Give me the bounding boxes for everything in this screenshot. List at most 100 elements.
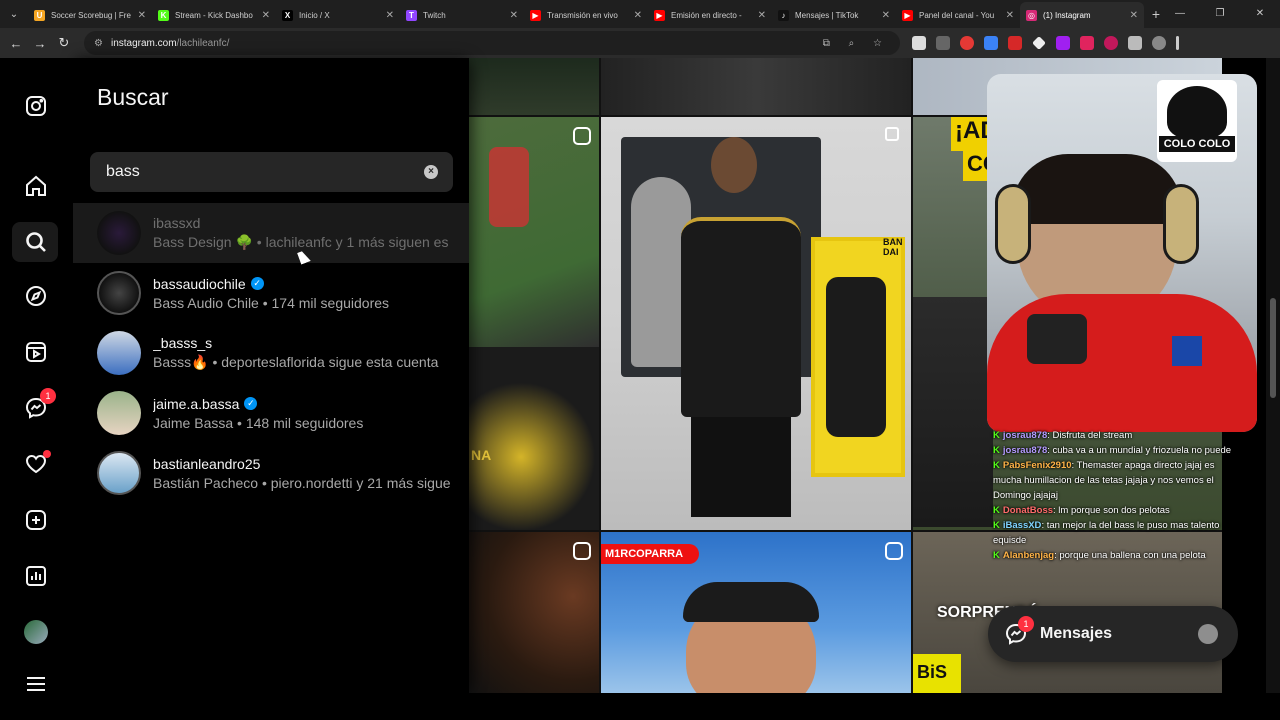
notifications-heart-icon[interactable]	[22, 450, 51, 478]
avatar	[97, 211, 141, 255]
messages-bar[interactable]: 1 Mensajes	[988, 606, 1238, 662]
chat-text: : cuba va a un mundial y friozuela no pu…	[1047, 445, 1232, 456]
site-info-icon[interactable]: ⚙	[94, 38, 103, 49]
minimize-icon[interactable]: —	[1160, 0, 1200, 28]
reload-icon[interactable]: ↻	[52, 35, 76, 51]
close-tab-icon[interactable]: ✕	[1130, 10, 1138, 21]
result-username-row: _basss_s	[153, 335, 453, 351]
close-icon[interactable]: ✕	[1240, 0, 1280, 28]
profile-icon[interactable]	[1152, 36, 1166, 50]
page-scrollbar[interactable]	[1266, 58, 1280, 693]
download-extension-icon[interactable]	[1056, 36, 1070, 50]
close-tab-icon[interactable]: ✕	[882, 10, 890, 21]
browser-tab[interactable]: ▶ Emisión en directo - ✕	[648, 2, 772, 28]
url-field[interactable]: ⚙ instagram.com/lachileanfc/ ⧉ ⌕ ☆	[84, 31, 900, 55]
result-username: _basss_s	[153, 335, 213, 351]
kick-badge-icon: K	[993, 460, 1000, 471]
blue-extension-icon[interactable]	[984, 36, 998, 50]
puzzle-extension-icon[interactable]	[1128, 36, 1142, 50]
browser-tab[interactable]: ▶ Panel del canal - You ✕	[896, 2, 1020, 28]
pink-extension-icon[interactable]	[1104, 36, 1118, 50]
profile-avatar[interactable]	[22, 618, 50, 646]
avatar	[97, 451, 141, 495]
close-tab-icon[interactable]: ✕	[262, 10, 270, 21]
explore-icon[interactable]	[22, 282, 50, 310]
tab-title: (1) Instagram	[1043, 10, 1091, 20]
close-tab-icon[interactable]: ✕	[758, 10, 766, 21]
search-result-item[interactable]: _basss_s Basss🔥 • deporteslaflorida sigue…	[73, 323, 469, 383]
browser-tab[interactable]: ◎ (1) Instagram ✕	[1020, 2, 1144, 28]
result-text: _basss_s Basss🔥 • deporteslaflorida sigue…	[153, 335, 453, 371]
chat-username: PabsFenix2910	[1002, 460, 1072, 471]
kick-badge-icon: K	[993, 445, 1000, 456]
post-tile[interactable]	[601, 58, 911, 115]
chat-username: josrau878	[1002, 430, 1048, 441]
post-tile[interactable]: NA	[469, 117, 599, 530]
avatar	[97, 271, 141, 315]
search-result-item[interactable]: bastianleandro25 Bastián Pacheco • piero.…	[73, 443, 469, 503]
search-panel: Buscar bass × ibassxd Bass Design 🌳 • lac…	[72, 58, 469, 693]
result-text: ibassxd Bass Design 🌳 • lachileanfc y 1 m…	[153, 215, 453, 251]
chat-username: DonatBoss	[1002, 505, 1054, 516]
result-text: bastianleandro25 Bastián Pacheco • piero.…	[153, 456, 453, 491]
home-icon[interactable]	[22, 172, 50, 200]
close-tab-icon[interactable]: ✕	[510, 10, 518, 21]
tile-label: NA	[471, 447, 492, 463]
chat-username: Alanbenjag	[1002, 550, 1055, 561]
result-text: jaime.a.bassa ✓ Jaime Bassa • 148 mil segu…	[153, 396, 453, 431]
close-tab-icon[interactable]: ✕	[386, 10, 394, 21]
verified-badge-icon: ✓	[250, 277, 264, 290]
dashboard-icon[interactable]	[22, 562, 50, 590]
create-icon[interactable]	[22, 506, 50, 534]
close-tab-icon[interactable]: ✕	[1006, 10, 1014, 21]
messenger-icon[interactable]: 1	[22, 388, 56, 422]
forward-icon[interactable]: →	[28, 36, 52, 51]
post-tile[interactable]: BAN DAI	[601, 117, 911, 530]
result-username: ibassxd	[153, 215, 201, 231]
restore-icon[interactable]: ❐	[1200, 0, 1240, 28]
scorebug-icon: U	[34, 9, 45, 21]
browser-tab[interactable]: X Inicio / X ✕	[276, 2, 400, 28]
post-tile[interactable]: M1RCOPARRA	[601, 532, 911, 693]
browser-tab[interactable]: T Twitch ✕	[400, 2, 524, 28]
post-tile[interactable]	[469, 532, 599, 693]
tile-label: BAN DAI	[883, 237, 903, 257]
clear-search-icon[interactable]: ×	[424, 165, 438, 179]
chat-message: K Alanbenjag: porque una ballena con una …	[993, 548, 1241, 563]
omnibox-actions[interactable]: ⧉ ⌕ ☆	[823, 38, 890, 49]
red-extension-icon[interactable]	[960, 36, 974, 50]
search-result-item[interactable]: bassaudiochile ✓ Bass Audio Chile • 174 mi…	[73, 263, 469, 323]
result-username-row: jaime.a.bassa ✓	[153, 396, 453, 412]
tile-label: M1RCOPARRA	[601, 544, 699, 564]
search-icon[interactable]	[22, 228, 50, 256]
gift-extension-icon[interactable]	[1080, 36, 1094, 50]
search-input[interactable]: bass ×	[90, 152, 453, 192]
browser-tab[interactable]: ♪ Mensajes | TikTok ✕	[772, 2, 896, 28]
messages-label: Mensajes	[1040, 625, 1113, 642]
close-tab-icon[interactable]: ✕	[138, 10, 146, 21]
back-icon[interactable]: ←	[4, 36, 28, 51]
browser-tabbar: ⌄ U Soccer Scorebug | Fre ✕ K Stream - Kick …	[0, 0, 1280, 28]
scrollbar-thumb[interactable]	[1270, 298, 1276, 398]
close-tab-icon[interactable]: ✕	[634, 10, 642, 21]
v-extension-icon[interactable]	[1008, 36, 1022, 50]
chat-message: KiBassXD: tan mejor la del bass le puso …	[993, 518, 1241, 548]
tab-search-icon[interactable]: ⌄	[0, 0, 28, 28]
browser-tab[interactable]: ▶ Transmisión en vivo ✕	[524, 2, 648, 28]
browser-tab[interactable]: U Soccer Scorebug | Fre ✕	[28, 2, 152, 28]
search-query: bass	[106, 163, 140, 180]
doc-extension-icon[interactable]	[936, 36, 950, 50]
window-controls: — ❐ ✕	[1160, 0, 1280, 28]
menu-kebab-icon[interactable]	[1176, 36, 1179, 50]
post-tile[interactable]	[469, 58, 599, 115]
search-result-item[interactable]: ibassxd Bass Design 🌳 • lachileanfc y 1 m…	[73, 203, 469, 263]
reel-icon	[885, 542, 903, 560]
search-result-item[interactable]: jaime.a.bassa ✓ Jaime Bassa • 148 mil segu…	[73, 383, 469, 443]
reels-icon[interactable]	[22, 338, 50, 366]
chat-username: iBassXD	[1002, 520, 1042, 531]
diamond-extension-icon[interactable]	[1032, 36, 1046, 50]
browser-tab[interactable]: K Stream - Kick Dashbo ✕	[152, 2, 276, 28]
instagram-logo-icon[interactable]	[22, 92, 50, 120]
shield-extension-icon[interactable]	[912, 36, 926, 50]
result-text: bassaudiochile ✓ Bass Audio Chile • 174 mi…	[153, 276, 453, 311]
